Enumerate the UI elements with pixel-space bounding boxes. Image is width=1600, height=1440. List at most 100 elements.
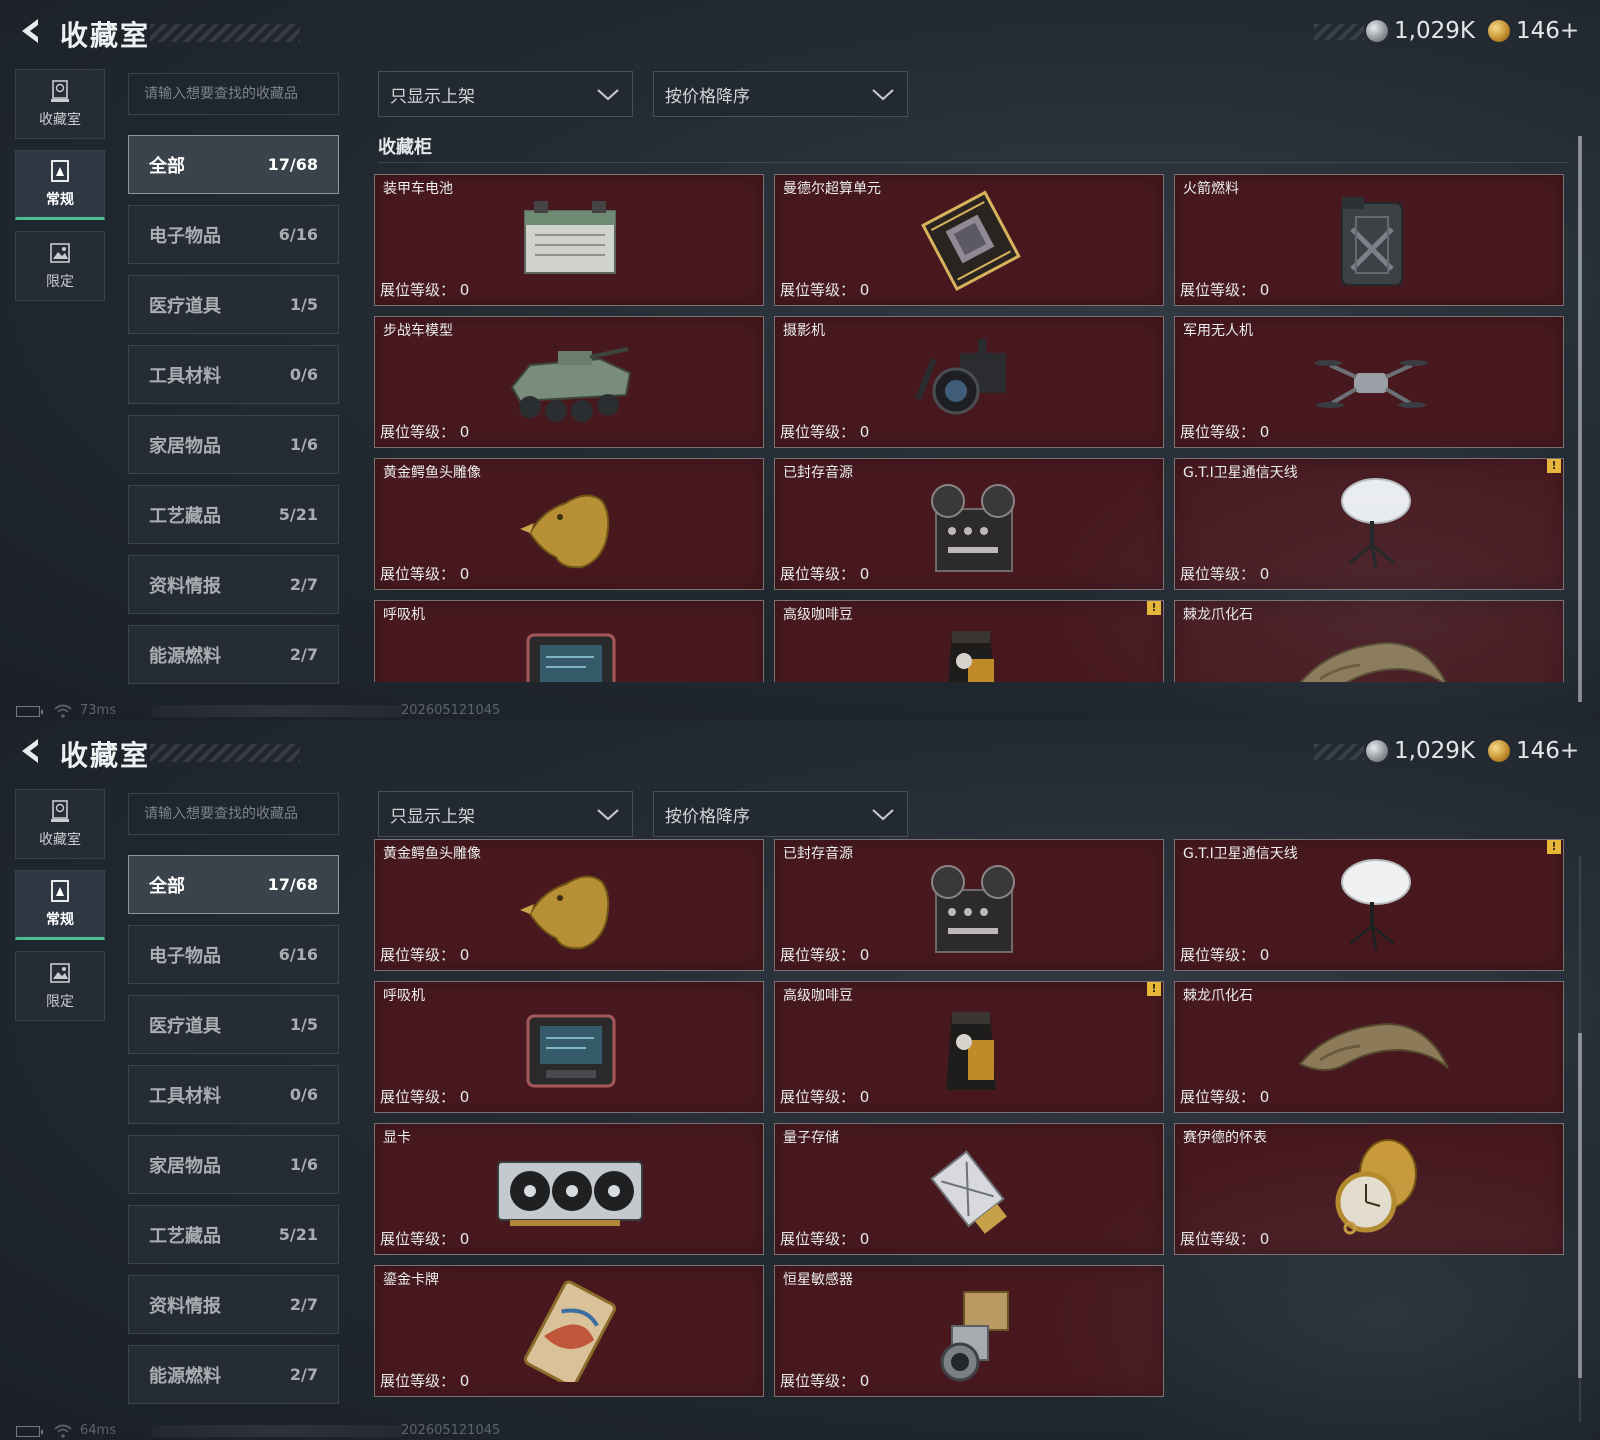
- collection-card[interactable]: 赛伊德的怀表 展位等级： 0: [1174, 1123, 1564, 1255]
- level-label: 展位等级：: [380, 565, 456, 583]
- collection-card[interactable]: 恒星敏感器 展位等级： 0: [774, 1265, 1164, 1397]
- collection-card[interactable]: 军用无人机 展位等级： 0: [1174, 316, 1564, 448]
- category-name: 全部: [149, 155, 185, 177]
- item-name: 高级咖啡豆: [783, 988, 853, 1004]
- picture-icon: [50, 963, 70, 983]
- collection-card[interactable]: 黄金鳄鱼头雕像 展位等级： 0: [374, 458, 764, 590]
- search-input[interactable]: [128, 793, 339, 835]
- booth-level: 展位等级： 0: [1180, 279, 1269, 300]
- collection-card[interactable]: 量子存储 展位等级： 0: [774, 1123, 1164, 1255]
- level-value: 0: [459, 946, 470, 964]
- item-name: 已封存音源: [783, 846, 853, 862]
- sort-dropdown[interactable]: 按价格降序: [653, 791, 908, 837]
- booth-level: 展位等级： 0: [780, 1086, 869, 1107]
- category-item[interactable]: 全部 17/68: [128, 855, 339, 914]
- rail-collection-room[interactable]: 收藏室: [15, 69, 105, 139]
- category-item[interactable]: 家居物品 1/6: [128, 1135, 339, 1194]
- collection-card[interactable]: 曼德尔超算单元 展位等级： 0: [774, 174, 1164, 306]
- document-icon: [51, 160, 69, 182]
- wifi-icon: [54, 1424, 72, 1438]
- category-item[interactable]: 工具材料 0/6: [128, 1065, 339, 1124]
- currency-decoration: [1314, 24, 1364, 40]
- gold-coin-icon: [1488, 740, 1510, 762]
- collection-card[interactable]: 火箭燃料展位等级： 0: [1174, 174, 1564, 306]
- collection-card[interactable]: 已封存音源 展位等级： 0: [774, 839, 1164, 971]
- category-name: 能源燃料: [149, 1365, 221, 1387]
- collection-card[interactable]: G.T.I卫星通信天线 展位等级： 0!: [1174, 839, 1564, 971]
- item-name: 已封存音源: [783, 465, 853, 481]
- collection-card[interactable]: 鎏金卡牌 展位等级： 0: [374, 1265, 764, 1397]
- collection-card[interactable]: 摄影机 展位等级： 0: [774, 316, 1164, 448]
- level-label: 展位等级：: [780, 1088, 856, 1106]
- collection-card[interactable]: G.T.I卫星通信天线 展位等级： 0!: [1174, 458, 1564, 590]
- alert-badge: !: [1547, 459, 1561, 473]
- uid-redacted: [152, 705, 402, 717]
- collection-card[interactable]: 装甲车电池 展位等级： 0: [374, 174, 764, 306]
- sort-dropdown[interactable]: 按价格降序: [653, 71, 908, 117]
- rail-regular[interactable]: 常规: [15, 150, 105, 220]
- category-item[interactable]: 工艺藏品 5/21: [128, 485, 339, 544]
- level-label: 展位等级：: [380, 946, 456, 964]
- collection-cabinet-grid: 装甲车电池展位等级： 0曼德尔超算单元展位等级： 0火箭燃料展位等级： 0步战车…: [374, 174, 1574, 682]
- shelf-filter-dropdown[interactable]: 只显示上架: [378, 791, 633, 837]
- category-item[interactable]: 能源燃料 2/7: [128, 625, 339, 684]
- category-item[interactable]: 能源燃料 2/7: [128, 1345, 339, 1404]
- category-item[interactable]: 家居物品 1/6: [128, 415, 339, 474]
- collection-card[interactable]: 步战车模型 展位等级： 0: [374, 316, 764, 448]
- booth-level: 展位等级： 0: [1180, 563, 1269, 584]
- filter-selected: 只显示上架: [390, 86, 475, 107]
- level-label: 展位等级：: [380, 423, 456, 441]
- item-name: 恒星敏感器: [783, 1272, 853, 1288]
- rail-label: 限定: [46, 274, 74, 290]
- coffee-bag-icon: [948, 631, 994, 682]
- category-item[interactable]: 医疗道具 1/5: [128, 995, 339, 1054]
- category-item[interactable]: 全部 17/68: [128, 135, 339, 194]
- collection-card[interactable]: 显卡 展位等级： 0: [374, 1123, 764, 1255]
- rail-regular[interactable]: 常规: [15, 870, 105, 940]
- collection-card[interactable]: 呼吸机展位等级： 0: [374, 981, 764, 1113]
- level-value: 0: [1259, 423, 1270, 441]
- gold-currency[interactable]: 146+: [1488, 16, 1579, 46]
- rail-collection-room[interactable]: 收藏室: [15, 789, 105, 859]
- back-arrow-icon[interactable]: [16, 16, 46, 46]
- ping-readout: 64ms: [80, 1423, 116, 1438]
- level-label: 展位等级：: [780, 1230, 856, 1248]
- search-input[interactable]: [128, 73, 339, 115]
- collection-card[interactable]: 已封存音源 展位等级： 0: [774, 458, 1164, 590]
- title-decoration: [150, 744, 300, 762]
- category-count: 1/5: [289, 1015, 318, 1034]
- rail-limited[interactable]: 限定: [15, 231, 105, 301]
- category-item[interactable]: 电子物品 6/16: [128, 925, 339, 984]
- category-item[interactable]: 医疗道具 1/5: [128, 275, 339, 334]
- collection-card[interactable]: 高级咖啡豆展位等级： 0!: [774, 981, 1164, 1113]
- category-item[interactable]: 资料情报 2/7: [128, 555, 339, 614]
- shelf-filter-dropdown[interactable]: 只显示上架: [378, 71, 633, 117]
- booth-level: 展位等级： 0: [1180, 1228, 1269, 1249]
- level-label: 展位等级：: [780, 1372, 856, 1390]
- category-item[interactable]: 工具材料 0/6: [128, 345, 339, 404]
- category-item[interactable]: 工艺藏品 5/21: [128, 1205, 339, 1264]
- back-arrow-icon[interactable]: [16, 736, 46, 766]
- category-name: 工艺藏品: [149, 505, 221, 527]
- booth-level: 展位等级： 0: [380, 944, 469, 965]
- level-label: 展位等级：: [780, 423, 856, 441]
- category-item[interactable]: 资料情报 2/7: [128, 1275, 339, 1334]
- drone-icon: [1314, 360, 1428, 408]
- rail-limited[interactable]: 限定: [15, 951, 105, 1021]
- item-name: 火箭燃料: [1183, 181, 1239, 197]
- category-item[interactable]: 电子物品 6/16: [128, 205, 339, 264]
- scrollbar-thumb[interactable]: [1578, 1033, 1582, 1378]
- collection-cabinet-grid: 装甲车电池展位等级： 0曼德尔超算单元展位等级： 0火箭燃料展位等级： 0步战车…: [374, 838, 1574, 1402]
- category-name: 能源燃料: [149, 645, 221, 667]
- trophy-icon: [51, 800, 69, 822]
- gold-currency[interactable]: 146+: [1488, 736, 1579, 766]
- collection-card[interactable]: 棘龙爪化石展位等级： 0: [1174, 600, 1564, 682]
- collection-card[interactable]: 高级咖啡豆展位等级： 0!: [774, 600, 1164, 682]
- status-bar: 64ms 202605121045: [16, 1423, 536, 1439]
- collection-card[interactable]: 呼吸机展位等级： 0: [374, 600, 764, 682]
- collection-card[interactable]: 黄金鳄鱼头雕像 展位等级： 0: [374, 839, 764, 971]
- golden-statue-icon: [520, 875, 610, 950]
- collection-card[interactable]: 棘龙爪化石展位等级： 0: [1174, 981, 1564, 1113]
- scrollbar-thumb[interactable]: [1578, 136, 1582, 702]
- section-title: 收藏柜: [378, 137, 432, 158]
